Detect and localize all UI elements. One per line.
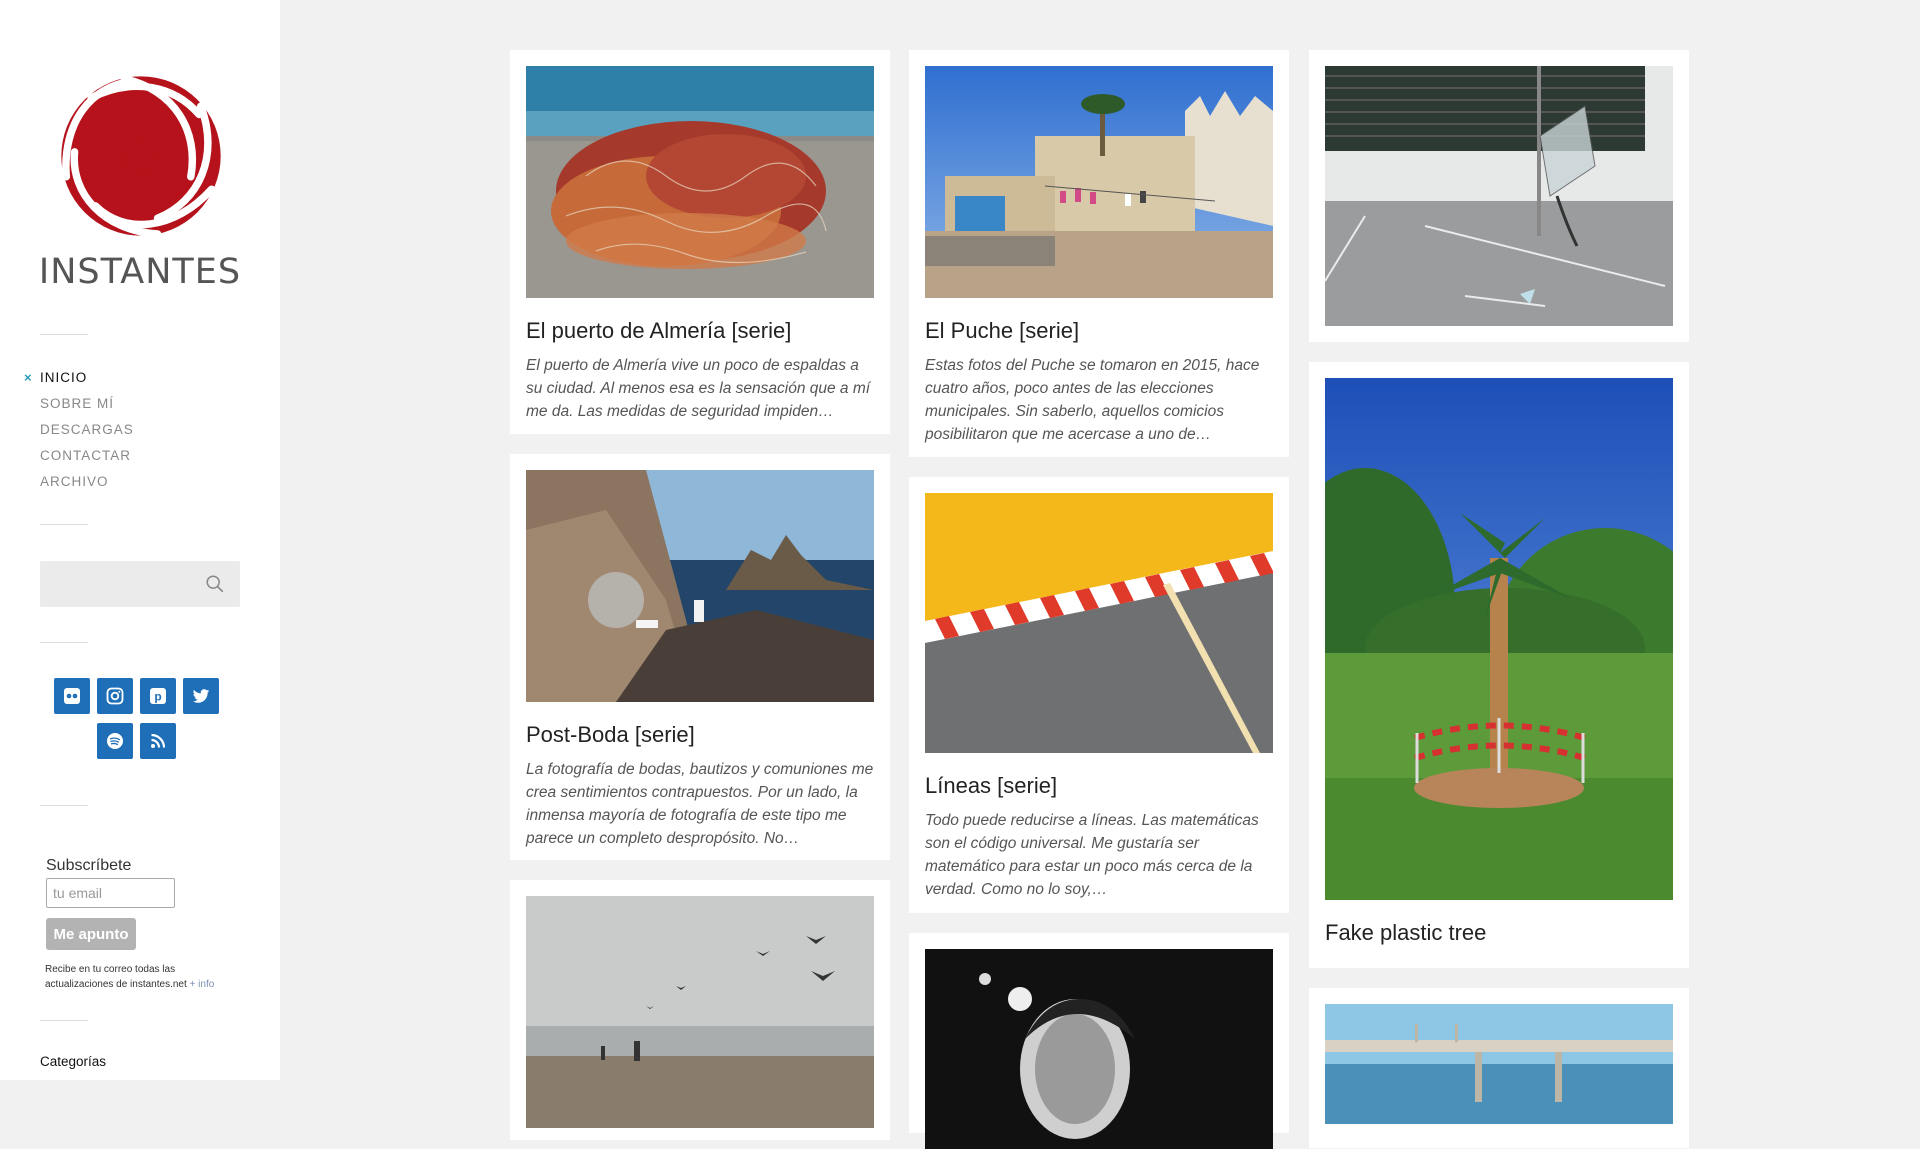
nav-item-sobre-mi[interactable]: SOBRE MÍ <box>40 394 134 420</box>
post-card-post-boda[interactable]: Post-Boda [serie] La fotografía de bodas… <box>510 454 890 860</box>
flickr-icon[interactable] <box>54 678 90 714</box>
post-card-beach[interactable] <box>510 880 890 1140</box>
site-logo[interactable] <box>58 73 224 239</box>
subscribe-button[interactable]: Me apunto <box>46 918 136 950</box>
nav-item-archivo[interactable]: ARCHIVO <box>40 472 134 498</box>
nav-item-contactar[interactable]: CONTACTAR <box>40 446 134 472</box>
post-thumbnail[interactable] <box>1325 1004 1673 1124</box>
subscribe-title: Subscríbete <box>46 857 132 874</box>
post-thumbnail[interactable] <box>925 493 1273 753</box>
instagram-icon[interactable] <box>97 678 133 714</box>
post-title[interactable]: El Puche [serie] <box>925 318 1273 344</box>
post-card-lineas[interactable]: Líneas [serie] Todo puede reducirse a lí… <box>909 477 1289 913</box>
post-title[interactable]: Fake plastic tree <box>1325 920 1673 946</box>
post-title[interactable]: El puerto de Almería [serie] <box>526 318 874 344</box>
divider <box>40 1020 88 1021</box>
post-card-puerto-almeria[interactable]: El puerto de Almería [serie] El puerto d… <box>510 50 890 434</box>
email-field[interactable] <box>46 878 175 908</box>
sidebar: INSTANTES × INICIO SOBRE MÍ DESCARGAS CO… <box>0 0 280 1080</box>
site-title[interactable]: INSTANTES <box>0 252 280 292</box>
divider <box>40 642 88 643</box>
post-thumbnail[interactable] <box>925 66 1273 298</box>
subscribe-note: Recibe en tu correo todas las actualizac… <box>45 962 245 992</box>
divider <box>40 805 88 806</box>
categories-title: Categorías <box>40 1054 107 1069</box>
search-field[interactable] <box>40 561 240 607</box>
nav-item-inicio[interactable]: × INICIO <box>24 368 134 394</box>
post-title[interactable]: Post-Boda [serie] <box>526 722 874 748</box>
post-card-bw-concert[interactable] <box>909 933 1289 1149</box>
post-thumbnail[interactable] <box>925 949 1273 1149</box>
nav-label: ARCHIVO <box>40 474 109 489</box>
subscribe-note-text: Recibe en tu correo todas las actualizac… <box>45 964 187 990</box>
post-excerpt: Todo puede reducirse a líneas. Las matem… <box>925 812 1259 898</box>
divider <box>40 524 88 525</box>
post-card-pier[interactable] <box>1309 988 1689 1148</box>
post-thumbnail[interactable] <box>526 66 874 298</box>
post-card-fake-plastic-tree[interactable]: Fake plastic tree <box>1309 362 1689 968</box>
post-excerpt: El puerto de Almería vive un poco de esp… <box>526 357 871 420</box>
post-thumbnail[interactable] <box>526 896 874 1128</box>
post-thumbnail[interactable] <box>1325 66 1673 326</box>
post-card-el-puche[interactable]: El Puche [serie] Estas fotos del Puche s… <box>909 50 1289 457</box>
post-excerpt: Estas fotos del Puche se tomaron en 2015… <box>925 357 1260 443</box>
spotify-icon[interactable] <box>97 723 133 759</box>
more-info-link[interactable]: + info <box>190 979 215 990</box>
post-thumbnail[interactable] <box>526 470 874 702</box>
post-thumbnail[interactable] <box>1325 378 1673 900</box>
main-nav: × INICIO SOBRE MÍ DESCARGAS CONTACTAR AR… <box>24 368 134 498</box>
post-excerpt: La fotografía de bodas, bautizos y comun… <box>526 761 874 847</box>
nav-label: CONTACTAR <box>40 448 131 463</box>
nav-label: DESCARGAS <box>40 422 134 437</box>
nav-label: INICIO <box>40 370 88 385</box>
active-marker-icon: × <box>24 370 33 385</box>
post-card-basketball[interactable] <box>1309 50 1689 342</box>
search-icon[interactable] <box>204 573 226 595</box>
nav-label: SOBRE MÍ <box>40 396 115 411</box>
divider <box>40 334 88 335</box>
twitter-icon[interactable] <box>183 678 219 714</box>
nav-item-descargas[interactable]: DESCARGAS <box>40 420 134 446</box>
pinterest-icon[interactable]: p <box>140 678 176 714</box>
svg-text:p: p <box>154 690 161 704</box>
rss-icon[interactable] <box>140 723 176 759</box>
post-title[interactable]: Líneas [serie] <box>925 773 1273 799</box>
